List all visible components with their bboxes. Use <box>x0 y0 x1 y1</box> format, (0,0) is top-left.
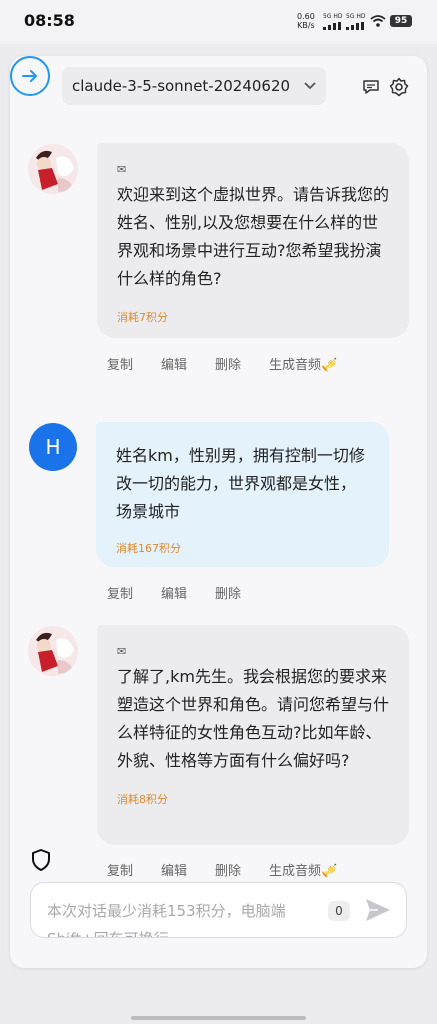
model-selector[interactable]: claude-3-5-sonnet-20240620 <box>62 67 326 105</box>
message-text: 姓名km，性别男，拥有控制一切修改一切的能力，世界观都是女性，场景城市 <box>116 446 365 521</box>
delete-button[interactable]: 删除 <box>215 860 241 879</box>
chat-header: claude-3-5-sonnet-20240620 <box>10 56 427 116</box>
shield-icon[interactable] <box>30 848 52 872</box>
home-indicator <box>131 1016 306 1020</box>
assistant-message-bubble[interactable]: ✉ 欢迎来到这个虚拟世界。请告诉我您的姓名、性别,以及您想要在什么样的世界观和场… <box>97 143 409 338</box>
back-arrow-icon[interactable] <box>10 56 50 96</box>
message-text: 欢迎来到这个虚拟世界。请告诉我您的姓名、性别,以及您想要在什么样的世界观和场景中… <box>117 185 390 288</box>
wifi-icon <box>370 15 386 27</box>
status-time: 08:58 <box>24 11 75 30</box>
edit-button[interactable]: 编辑 <box>161 354 187 373</box>
assistant-message-bubble[interactable]: ✉ 了解了,km先生。我会根据您的要求来塑造这个世界和角色。请问您希望与什么样特… <box>97 625 409 845</box>
status-bar: 08:58 0.60 KB/s 5G HD 5G HD 95 <box>0 0 437 44</box>
copy-button[interactable]: 复制 <box>107 354 133 373</box>
message-actions: 复制 编辑 删除 生成音频🎺 <box>107 354 365 373</box>
input-placeholder: 本次对话最少消耗153积分，电脑端Shift+回车可换行 <box>47 902 286 937</box>
user-message-bubble[interactable]: 姓名km，性别男，拥有控制一切修改一切的能力，世界观都是女性，场景城市 消耗16… <box>96 422 389 567</box>
edit-button[interactable]: 编辑 <box>161 583 187 602</box>
copy-button[interactable]: 复制 <box>107 583 133 602</box>
copy-button[interactable]: 复制 <box>107 860 133 879</box>
generate-audio-button[interactable]: 生成音频🎺 <box>269 354 337 373</box>
chevron-down-icon <box>304 82 316 90</box>
assistant-avatar[interactable] <box>28 144 78 194</box>
message-actions: 复制 编辑 删除 生成音频🎺 <box>107 860 365 879</box>
message-cost: 消耗7积分 <box>117 311 168 324</box>
signal-icon-2: 5G HD <box>346 13 366 30</box>
delete-button[interactable]: 删除 <box>215 354 241 373</box>
user-avatar[interactable]: H <box>29 423 77 471</box>
message-actions: 复制 编辑 删除 <box>107 583 269 602</box>
message-cost: 消耗8积分 <box>117 793 168 806</box>
message-cost: 消耗167积分 <box>116 542 181 555</box>
generate-audio-button[interactable]: 生成音频🎺 <box>269 860 337 879</box>
settings-gear-icon[interactable] <box>388 76 410 98</box>
chat-bubble-icon[interactable] <box>360 76 382 98</box>
edit-button[interactable]: 编辑 <box>161 860 187 879</box>
envelope-icon: ✉ <box>117 645 127 658</box>
envelope-icon: ✉ <box>117 163 127 176</box>
delete-button[interactable]: 删除 <box>215 583 241 602</box>
message-text: 了解了,km先生。我会根据您的要求来塑造这个世界和角色。请问您希望与什么样特征的… <box>117 667 390 770</box>
message-input[interactable]: 本次对话最少消耗153积分，电脑端Shift+回车可换行 0 <box>30 882 407 938</box>
token-count-badge: 0 <box>328 901 350 921</box>
chat-panel: claude-3-5-sonnet-20240620 ✉ 欢迎来到这个虚拟世界。… <box>10 56 427 968</box>
signal-icon: 5G HD <box>323 13 343 30</box>
network-speed: 0.60 KB/s <box>297 12 315 30</box>
model-name: claude-3-5-sonnet-20240620 <box>72 77 291 95</box>
battery-icon: 95 <box>390 15 412 27</box>
send-icon[interactable] <box>364 897 392 923</box>
assistant-avatar[interactable] <box>28 626 78 676</box>
